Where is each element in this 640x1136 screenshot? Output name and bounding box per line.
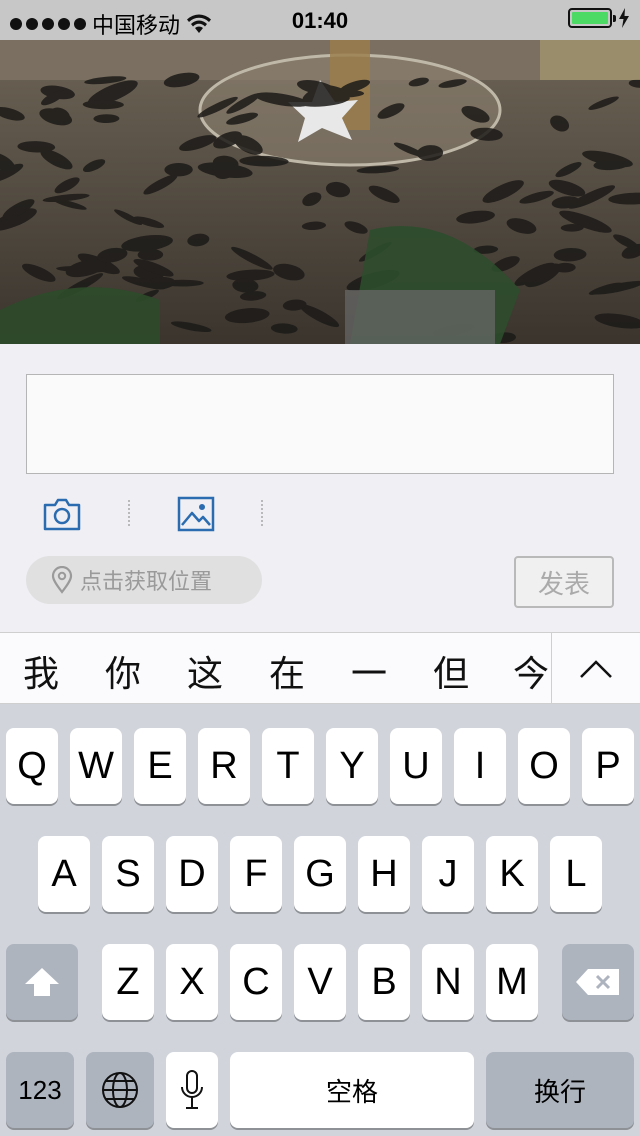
microphone-icon [181, 1070, 203, 1109]
status-bar: 中国移动 01:40 [0, 0, 640, 40]
shift-key[interactable] [6, 944, 78, 1020]
location-pin-icon [51, 566, 73, 594]
key-r[interactable]: R [198, 728, 250, 804]
photo-crowd-image [0, 40, 640, 344]
key-d[interactable]: D [166, 836, 218, 912]
candidate-word[interactable]: 你 [93, 645, 153, 697]
key-i[interactable]: I [454, 728, 506, 804]
key-m[interactable]: M [486, 944, 538, 1020]
candidate-bar: 我 你 这 在 一 但 今 [0, 632, 640, 705]
key-w[interactable]: W [70, 728, 122, 804]
key-j[interactable]: J [422, 836, 474, 912]
location-label: 点击获取位置 [80, 569, 213, 594]
post-text-input[interactable] [26, 374, 614, 474]
key-k[interactable]: K [486, 836, 538, 912]
battery-icon [568, 8, 616, 28]
get-location-button[interactable]: 点击获取位置 [26, 556, 262, 604]
globe-icon [102, 1072, 138, 1108]
expand-candidates-button[interactable] [552, 633, 640, 705]
candidate-word[interactable]: 我 [11, 645, 71, 697]
key-a[interactable]: A [38, 836, 90, 912]
status-right [568, 8, 630, 28]
backspace-icon [576, 969, 619, 995]
key-q[interactable]: Q [6, 728, 58, 804]
space-key[interactable]: 空格 [230, 1052, 474, 1128]
compose-panel: 点击获取位置 发表 [0, 344, 640, 632]
key-n[interactable]: N [422, 944, 474, 1020]
key-c[interactable]: C [230, 944, 282, 1020]
key-g[interactable]: G [294, 836, 346, 912]
candidate-word[interactable]: 但 [421, 645, 481, 697]
key-l[interactable]: L [550, 836, 602, 912]
candidate-word[interactable]: 这 [175, 645, 235, 697]
delete-key[interactable] [562, 944, 634, 1020]
dictation-key[interactable] [166, 1052, 218, 1128]
key-o[interactable]: O [518, 728, 570, 804]
shift-arrow-icon [25, 968, 59, 996]
image-icon[interactable] [176, 494, 216, 534]
candidate-word[interactable]: 在 [257, 645, 317, 697]
key-v[interactable]: V [294, 944, 346, 1020]
globe-key[interactable] [86, 1052, 154, 1128]
numbers-key[interactable]: 123 [6, 1052, 74, 1128]
publish-button[interactable]: 发表 [514, 556, 614, 608]
camera-icon[interactable] [42, 494, 82, 534]
clock: 01:40 [291, 8, 349, 33]
key-u[interactable]: U [390, 728, 442, 804]
key-h[interactable]: H [358, 836, 410, 912]
key-z[interactable]: Z [102, 944, 154, 1020]
attached-photo[interactable] [0, 40, 640, 344]
charging-icon [619, 8, 629, 28]
return-key[interactable]: 换行 [486, 1052, 634, 1128]
battery-level [572, 12, 608, 24]
key-b[interactable]: B [358, 944, 410, 1020]
keyboard: Q W E R T Y U I O P A S D F G H J K L Z … [0, 704, 640, 1136]
key-t[interactable]: T [262, 728, 314, 804]
key-x[interactable]: X [166, 944, 218, 1020]
toolbar-divider [261, 500, 263, 526]
key-y[interactable]: Y [326, 728, 378, 804]
key-s[interactable]: S [102, 836, 154, 912]
key-p[interactable]: P [582, 728, 634, 804]
key-f[interactable]: F [230, 836, 282, 912]
key-e[interactable]: E [134, 728, 186, 804]
chevron-up-icon [580, 660, 612, 678]
toolbar-divider [128, 500, 130, 526]
candidate-word[interactable]: 一 [339, 645, 399, 697]
